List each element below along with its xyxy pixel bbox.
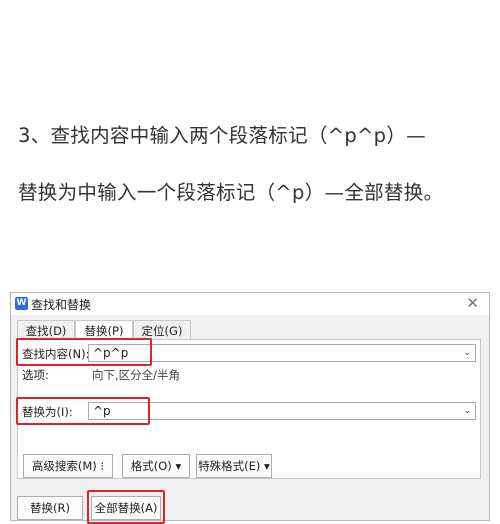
tab-find[interactable]: 查找(D) [17,320,75,340]
format-button[interactable]: 格式(O) ▾ [122,454,190,478]
close-icon[interactable]: ✕ [466,294,479,312]
dialog-titlebar: W 查找和替换 ✕ [11,293,489,315]
highlight-replace-all-button [87,490,165,524]
advanced-search-button[interactable]: 高级搜索(M) ⁝ [23,454,113,478]
tab-goto[interactable]: 定位(G) [133,320,191,340]
replace-button[interactable]: 替换(R) [17,496,83,520]
chevron-down-icon[interactable]: ⌄ [463,403,471,419]
options-label: 选项: [22,368,49,382]
highlight-replace-field [16,397,150,425]
wps-writer-icon: W [15,297,28,310]
instruction-line-1: 3、查找内容中输入两个段落标记（^p^p）— [18,124,426,147]
dialog-title: 查找和替换 [31,298,92,312]
highlight-find-field [16,338,152,366]
chevron-down-icon[interactable]: ⌄ [463,345,471,361]
special-format-button[interactable]: 特殊格式(E) ▾ [196,454,272,478]
find-replace-dialog: W 查找和替换 ✕ 查找(D) 替换(P) 定位(G) 查找内容(N): ^p^… [10,292,490,524]
instruction-line-2: 替换为中输入一个段落标记（^p）—全部替换。 [18,181,444,204]
options-value: 向下,区分全/半角 [92,368,181,382]
